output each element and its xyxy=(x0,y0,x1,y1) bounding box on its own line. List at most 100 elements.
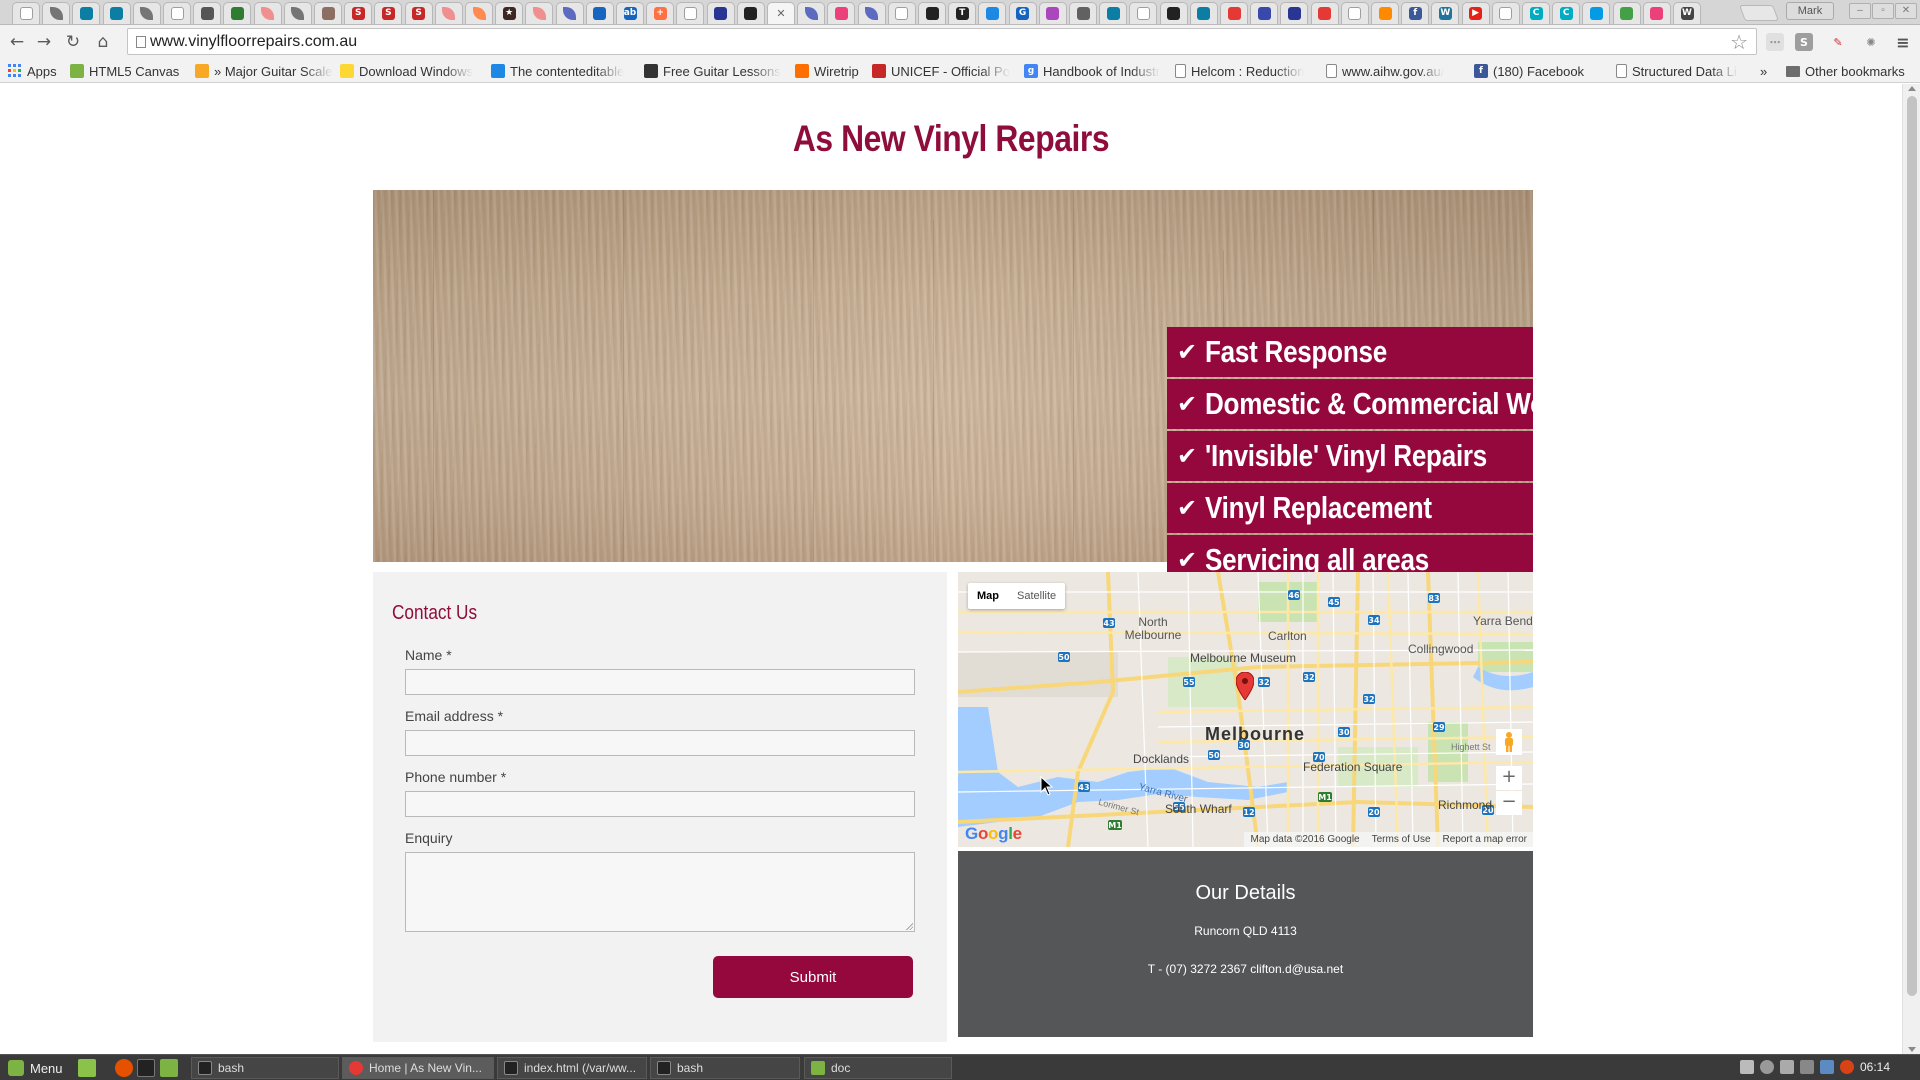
close-window-button[interactable]: ✕ xyxy=(1895,3,1917,19)
browser-tab[interactable] xyxy=(1069,2,1097,24)
browser-tab[interactable] xyxy=(1250,2,1279,24)
browser-tab[interactable] xyxy=(676,2,705,24)
start-menu-button[interactable]: Menu xyxy=(2,1057,69,1079)
browser-tab[interactable] xyxy=(978,2,1007,24)
taskbar-task[interactable]: Home | As New Vin... xyxy=(342,1057,494,1079)
browser-tab[interactable] xyxy=(736,2,765,24)
extension-gear-icon[interactable]: ✺ xyxy=(1862,33,1880,51)
bookmark-item[interactable]: Free Guitar Lessons xyxy=(644,62,784,80)
terms-of-use-link[interactable]: Terms of Use xyxy=(1366,832,1437,847)
extension-s-icon[interactable]: S xyxy=(1795,33,1813,51)
browser-tab[interactable] xyxy=(797,2,826,24)
name-input[interactable] xyxy=(405,669,915,695)
browser-tab[interactable]: W xyxy=(1431,2,1460,24)
bookmark-item[interactable]: www.aihw.gov.au/ xyxy=(1326,62,1466,80)
browser-tab[interactable] xyxy=(253,2,282,24)
browser-tab[interactable] xyxy=(1582,2,1611,24)
browser-tab[interactable]: f xyxy=(1401,2,1430,24)
bookmark-item[interactable]: f (180) Facebook xyxy=(1474,62,1604,80)
resize-grip-icon[interactable] xyxy=(905,922,913,930)
browser-tab[interactable] xyxy=(1491,2,1520,24)
browser-tab[interactable] xyxy=(1038,2,1067,24)
phone-input[interactable] xyxy=(405,791,915,817)
taskbar-task[interactable]: bash xyxy=(650,1057,800,1079)
bookmark-item[interactable]: Structured Data Lin xyxy=(1616,62,1738,80)
taskbar-task[interactable]: doc xyxy=(804,1057,952,1079)
bookmark-item[interactable]: » Major Guitar Scales xyxy=(195,62,333,80)
zoom-in-button[interactable]: + xyxy=(1496,766,1522,790)
browser-tab[interactable]: ★ xyxy=(495,2,524,24)
browser-tab[interactable]: ▶ xyxy=(1461,2,1490,24)
shield-tray-icon[interactable] xyxy=(1820,1060,1834,1074)
browser-tab[interactable]: + xyxy=(646,2,675,24)
browser-tab[interactable] xyxy=(314,2,342,24)
forward-button[interactable]: → xyxy=(33,31,55,53)
browser-tab[interactable] xyxy=(1371,2,1399,24)
bookmark-item[interactable]: Wiretrip xyxy=(795,62,863,80)
home-button[interactable]: ⌂ xyxy=(92,31,114,53)
other-bookmarks-folder[interactable]: Other bookmarks xyxy=(1786,62,1905,80)
browser-tab[interactable] xyxy=(1099,2,1128,24)
page-scrollbar[interactable] xyxy=(1902,84,1920,1054)
browser-tab[interactable] xyxy=(1340,2,1369,24)
bookmark-item[interactable]: UNICEF - Official Po xyxy=(872,62,1017,80)
browser-tab[interactable]: W xyxy=(1673,2,1701,24)
report-map-error-link[interactable]: Report a map error xyxy=(1437,832,1533,847)
browser-tab[interactable] xyxy=(525,2,554,24)
location-pin-icon[interactable] xyxy=(1235,671,1255,701)
bookmark-star-icon[interactable]: ☆ xyxy=(1730,30,1748,54)
browser-tab[interactable] xyxy=(918,2,946,24)
browser-tab[interactable] xyxy=(12,2,40,24)
browser-tab[interactable] xyxy=(283,2,312,24)
map-type-satellite-button[interactable]: Satellite xyxy=(1008,583,1065,609)
taskbar-task[interactable]: index.html (/var/ww... xyxy=(497,1057,647,1079)
terminal-launcher-icon[interactable] xyxy=(137,1059,155,1077)
browser-tab[interactable] xyxy=(1159,2,1188,24)
browser-tab[interactable] xyxy=(1612,2,1641,24)
browser-tab[interactable] xyxy=(42,2,71,24)
pencil-extension-icon[interactable]: ✎ xyxy=(1829,33,1847,51)
email-input[interactable] xyxy=(405,730,915,756)
browser-tab[interactable]: C xyxy=(1552,2,1581,24)
browser-tab[interactable]: C xyxy=(1522,2,1550,24)
bookmark-item[interactable]: HTML5 Canvas xyxy=(70,62,188,80)
back-button[interactable]: ← xyxy=(6,31,28,53)
browser-tab[interactable] xyxy=(1280,2,1309,24)
bookmark-item[interactable]: Download Windows xyxy=(340,62,483,80)
browser-tab[interactable] xyxy=(132,2,161,24)
browser-tab[interactable] xyxy=(706,2,735,24)
browser-tab[interactable] xyxy=(1129,2,1158,24)
browser-tab[interactable] xyxy=(465,2,493,24)
browser-tab[interactable] xyxy=(193,2,222,24)
battery-tray-icon[interactable] xyxy=(1800,1060,1814,1074)
files-launcher-icon[interactable] xyxy=(160,1059,178,1077)
browser-tab[interactable]: S xyxy=(374,2,403,24)
browser-tab[interactable]: S xyxy=(344,2,373,24)
bookmark-item[interactable]: Apps xyxy=(8,62,62,80)
volume-tray-icon[interactable] xyxy=(1780,1060,1794,1074)
browser-tab[interactable] xyxy=(827,2,856,24)
google-map[interactable]: 50 43 55 32 32 32 46 45 34 83 29 50 30 3… xyxy=(958,572,1533,847)
browser-tab[interactable] xyxy=(102,2,131,24)
browser-tab[interactable] xyxy=(555,2,584,24)
firefox-launcher-icon[interactable] xyxy=(115,1059,133,1077)
browser-tab[interactable] xyxy=(1310,2,1339,24)
browser-tab[interactable] xyxy=(1220,2,1248,24)
scroll-down-icon[interactable] xyxy=(1908,1047,1916,1052)
address-bar[interactable]: www.vinylfloorrepairs.com.au ☆ xyxy=(127,28,1757,55)
reload-button[interactable]: ↻ xyxy=(62,31,84,53)
map-type-map-button[interactable]: Map xyxy=(968,583,1008,609)
scroll-up-icon[interactable] xyxy=(1908,86,1916,91)
minimize-button[interactable]: – xyxy=(1849,3,1871,19)
scrollbar-thumb[interactable] xyxy=(1907,96,1917,996)
browser-tab[interactable] xyxy=(887,2,916,24)
show-desktop-icon[interactable] xyxy=(78,1059,96,1077)
bookmarks-overflow-button[interactable]: » xyxy=(1760,62,1767,80)
browser-tab[interactable]: ab xyxy=(616,2,644,24)
submit-button[interactable]: Submit xyxy=(713,956,913,998)
new-tab-button[interactable] xyxy=(1739,5,1779,21)
bookmark-item[interactable]: Helcom : Reduction xyxy=(1175,62,1318,80)
browser-tab[interactable]: S xyxy=(404,2,433,24)
taskbar-task[interactable]: bash xyxy=(191,1057,339,1079)
browser-tab[interactable] xyxy=(223,2,252,24)
